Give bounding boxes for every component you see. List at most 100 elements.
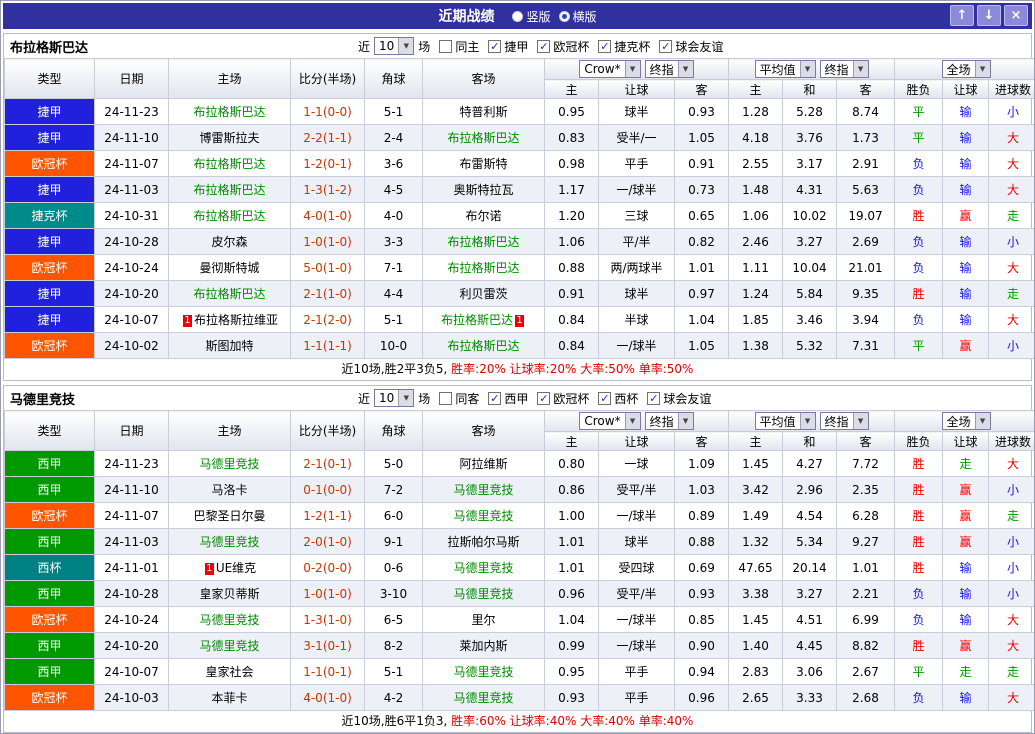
away-team[interactable]: 马德里竞技 bbox=[422, 684, 545, 711]
average-odds-header: 平均值 ▼ 终指 ▼ bbox=[727, 58, 896, 80]
full-time-select[interactable]: 全场 ▼ bbox=[941, 412, 991, 430]
league-filter-checkbox[interactable] bbox=[647, 391, 661, 405]
odds-source-header: Crow* ▼ 终指 ▼ bbox=[544, 410, 729, 432]
away-team[interactable]: 马德里竞技 bbox=[422, 476, 545, 503]
close-button[interactable]: × bbox=[1004, 5, 1028, 26]
team-bar: 布拉格斯巴达 近 10▼ 场 同主 捷甲 欧冠杯 捷克杯 球会友谊 bbox=[4, 34, 1031, 58]
odds-value: 8.74 bbox=[835, 98, 896, 125]
match-count-select[interactable]: 10 ▼ bbox=[374, 389, 415, 407]
league-filter-checkbox[interactable] bbox=[598, 391, 612, 405]
sub-header-home-odds: 主 bbox=[544, 79, 599, 99]
result-value: 负 bbox=[894, 228, 944, 255]
result-value: 大 bbox=[988, 606, 1034, 633]
home-team[interactable]: 本菲卡 bbox=[168, 684, 291, 711]
league-filter-checkbox[interactable] bbox=[488, 39, 502, 53]
away-team[interactable]: 布拉格斯巴达 bbox=[422, 332, 545, 359]
away-team[interactable]: 布尔诺 bbox=[422, 202, 545, 229]
radio-vertical-layout[interactable] bbox=[512, 10, 524, 22]
away-team[interactable]: 马德里竞技 bbox=[422, 580, 545, 607]
home-team[interactable]: 马德里竞技 bbox=[168, 606, 291, 633]
away-team-name: 马德里竞技 bbox=[453, 509, 514, 523]
home-team[interactable]: 马德里竞技 bbox=[168, 528, 291, 555]
league-badge: 西杯 bbox=[4, 554, 95, 581]
same-venue-checkbox[interactable] bbox=[439, 39, 453, 53]
odds-source-select[interactable]: Crow* ▼ bbox=[579, 60, 641, 78]
team-name: 马德里竞技 bbox=[10, 392, 76, 408]
away-team-name: 布拉格斯巴达 bbox=[447, 235, 520, 249]
match-date: 24-10-07 bbox=[94, 658, 169, 685]
move-down-button[interactable]: ↓ bbox=[977, 5, 1001, 26]
odds-time-select[interactable]: 终指 ▼ bbox=[644, 412, 694, 430]
home-team[interactable]: 1 布拉格斯拉维亚 bbox=[168, 306, 291, 333]
home-team[interactable]: 布拉格斯巴达 bbox=[168, 280, 291, 307]
away-team[interactable]: 拉斯帕尔马斯 bbox=[422, 528, 545, 555]
radio-horizontal-layout[interactable] bbox=[558, 10, 570, 22]
same-venue-checkbox[interactable] bbox=[439, 391, 453, 405]
odds-source-select[interactable]: Crow* ▼ bbox=[579, 412, 641, 430]
average-odds-select[interactable]: 平均值 ▼ bbox=[754, 60, 816, 78]
away-team[interactable]: 利贝雷茨 bbox=[422, 280, 545, 307]
odds-value: 2.35 bbox=[835, 476, 896, 503]
result-value: 输 bbox=[942, 98, 990, 125]
full-time-select[interactable]: 全场 ▼ bbox=[941, 60, 991, 78]
home-team-name: 皮尔森 bbox=[211, 235, 248, 249]
league-filter-checkbox[interactable] bbox=[537, 391, 551, 405]
odds-time-select[interactable]: 终指 ▼ bbox=[644, 60, 694, 78]
match-score: 2-1(2-0) bbox=[290, 306, 365, 333]
average-time-select[interactable]: 终指 ▼ bbox=[819, 412, 869, 430]
home-team[interactable]: 皮尔森 bbox=[168, 228, 291, 255]
away-team[interactable]: 布拉格斯巴达 bbox=[422, 254, 545, 281]
league-filter-checkbox[interactable] bbox=[659, 39, 673, 53]
away-team[interactable]: 特普利斯 bbox=[422, 98, 545, 125]
league-filter-checkbox[interactable] bbox=[537, 39, 551, 53]
away-team-name: 马德里竞技 bbox=[453, 587, 514, 601]
odds-value: 2.69 bbox=[835, 228, 896, 255]
col-header-score: 比分(半场) bbox=[290, 58, 365, 99]
home-team[interactable]: 布拉格斯巴达 bbox=[168, 202, 291, 229]
average-time-select[interactable]: 终指 ▼ bbox=[819, 60, 869, 78]
home-team[interactable]: 博雷斯拉夫 bbox=[168, 124, 291, 151]
result-value: 大 bbox=[988, 150, 1034, 177]
away-team[interactable]: 布雷斯特 bbox=[422, 150, 545, 177]
away-team[interactable]: 马德里竞技 bbox=[422, 554, 545, 581]
col-header-score: 比分(半场) bbox=[290, 410, 365, 451]
odds-value: 0.82 bbox=[674, 228, 729, 255]
filter-bar: 近 10▼ 场 同主 捷甲 欧冠杯 捷克杯 球会友谊 bbox=[356, 34, 725, 58]
home-team[interactable]: 曼彻斯特城 bbox=[168, 254, 291, 281]
home-team[interactable]: 布拉格斯巴达 bbox=[168, 98, 291, 125]
odds-value: 0.84 bbox=[544, 306, 599, 333]
away-team[interactable]: 里尔 bbox=[422, 606, 545, 633]
away-team[interactable]: 莱加内斯 bbox=[422, 632, 545, 659]
home-team[interactable]: 布拉格斯巴达 bbox=[168, 176, 291, 203]
average-odds-select[interactable]: 平均值 ▼ bbox=[754, 412, 816, 430]
match-count-select[interactable]: 10 ▼ bbox=[374, 37, 415, 55]
home-team[interactable]: 皇家贝蒂斯 bbox=[168, 580, 291, 607]
away-team[interactable]: 布拉格斯巴达 bbox=[422, 228, 545, 255]
home-team[interactable]: 马洛卡 bbox=[168, 476, 291, 503]
home-team[interactable]: 巴黎圣日尔曼 bbox=[168, 502, 291, 529]
odds-value: 3.46 bbox=[782, 306, 837, 333]
result-value: 小 bbox=[988, 228, 1034, 255]
match-row: 欧冠杯 24-11-07 布拉格斯巴达 1-2(0-1) 3-6 布雷斯特 0.98 平手 0.… bbox=[4, 150, 1034, 177]
odds-value: 4.31 bbox=[782, 176, 837, 203]
result-value: 输 bbox=[942, 124, 990, 151]
league-filter-checkbox[interactable] bbox=[598, 39, 612, 53]
away-team[interactable]: 马德里竞技 bbox=[422, 658, 545, 685]
home-team[interactable]: 1 UE维克 bbox=[168, 554, 291, 581]
home-team[interactable]: 布拉格斯巴达 bbox=[168, 150, 291, 177]
move-up-button[interactable]: ↑ bbox=[950, 5, 974, 26]
home-team[interactable]: 斯图加特 bbox=[168, 332, 291, 359]
match-row: 西甲 24-11-10 马洛卡 0-1(0-0) 7-2 马德里竞技 0.86 受平/半 1.0… bbox=[4, 476, 1034, 503]
away-team[interactable]: 布拉格斯巴达 bbox=[422, 124, 545, 151]
home-team[interactable]: 马德里竞技 bbox=[168, 450, 291, 477]
home-team[interactable]: 马德里竞技 bbox=[168, 632, 291, 659]
away-team[interactable]: 马德里竞技 bbox=[422, 502, 545, 529]
league-filter-checkbox[interactable] bbox=[488, 391, 502, 405]
league-filter-label: 捷克杯 bbox=[614, 39, 651, 54]
away-team[interactable]: 奥斯特拉瓦 bbox=[422, 176, 545, 203]
home-team[interactable]: 皇家社会 bbox=[168, 658, 291, 685]
away-team[interactable]: 布拉格斯巴达 1 bbox=[422, 306, 545, 333]
result-value: 输 bbox=[942, 280, 990, 307]
away-team[interactable]: 阿拉维斯 bbox=[422, 450, 545, 477]
corner-score: 2-4 bbox=[364, 124, 423, 151]
